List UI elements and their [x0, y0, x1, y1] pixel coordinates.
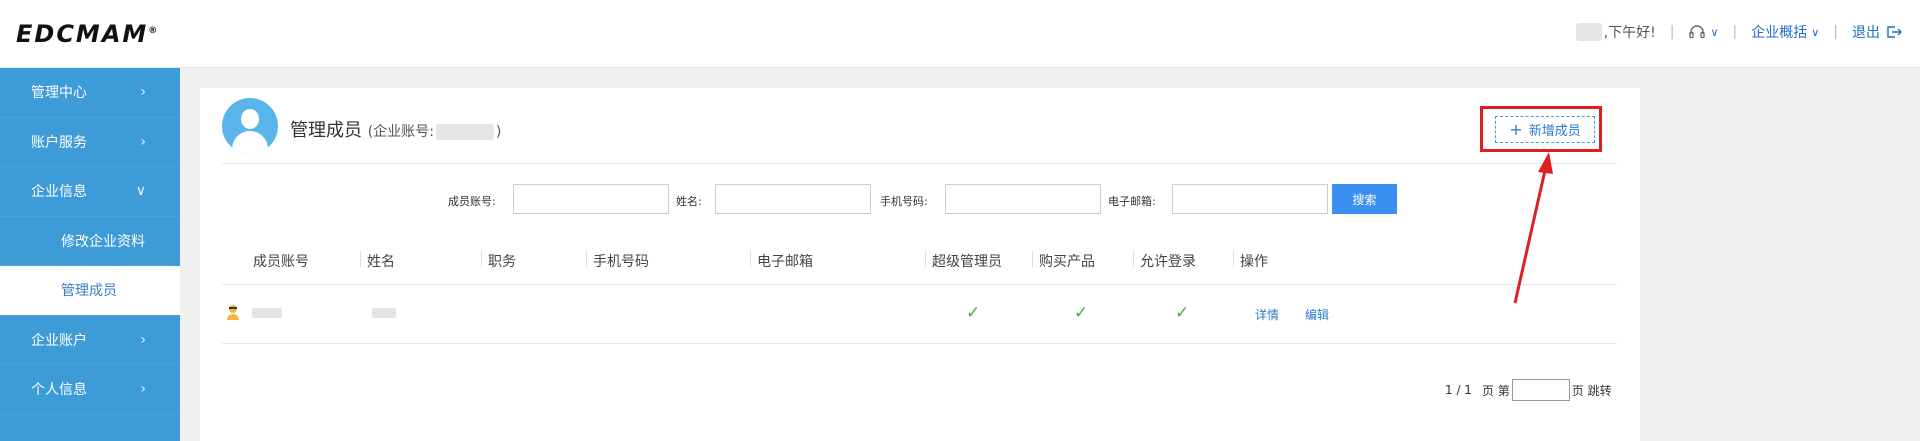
avatar [222, 98, 278, 154]
sidebar-item-enterprise-info[interactable]: 企业信息 ∨ [0, 167, 180, 217]
title-divider [222, 163, 1617, 164]
sidebar-item-label: 账户服务 [31, 134, 87, 151]
member-account-input[interactable] [513, 184, 669, 214]
enterprise-account-subtitle: (企业账号:) [367, 124, 502, 140]
page-number-input[interactable] [1511, 379, 1570, 401]
column-divider [1133, 251, 1134, 267]
page-title-text: 管理成员 [290, 120, 362, 141]
avatar-head-shape [241, 109, 259, 129]
column-divider [750, 251, 751, 267]
sidebar-item-enterprise-account[interactable]: 企业账户 › [0, 316, 180, 365]
logout-icon [1887, 26, 1902, 38]
search-button[interactable]: 搜索 [1332, 184, 1397, 214]
sidebar: 管理中心 › 账户服务 › 企业信息 ∨ 修改企业资料 管理成员 企业账户 › … [0, 68, 180, 441]
chevron-right-icon: › [140, 331, 146, 348]
chevron-down-icon: ∨ [1710, 25, 1719, 39]
sidebar-item-personal-info[interactable]: 个人信息 › [0, 365, 180, 415]
subtitle-suffix: ) [495, 124, 502, 140]
phone-label: 手机号码: [880, 195, 928, 208]
member-account-redacted [252, 308, 282, 318]
header-divider: | [1732, 24, 1738, 40]
column-header-super-admin: 超级管理员 [932, 254, 1002, 270]
enterprise-overview-label: 企业概括 [1751, 25, 1808, 41]
page-info: 1 / 1 [1445, 383, 1472, 397]
page-title: 管理成员 (企业账号:) [290, 116, 501, 142]
table-row-divider [222, 343, 1617, 344]
email-label: 电子邮箱: [1108, 195, 1156, 208]
page-label: 页 第 [1481, 383, 1510, 398]
column-header-position: 职务 [488, 254, 516, 270]
chevron-right-icon: › [140, 84, 146, 101]
name-input[interactable] [715, 184, 871, 214]
search-bar: 成员账号: 姓名: 手机号码: 电子邮箱: 搜索 [200, 184, 1640, 214]
column-divider [360, 251, 361, 267]
detail-link[interactable]: 详情 [1255, 306, 1279, 323]
subtitle-prefix: (企业账号: [367, 124, 434, 140]
sidebar-item-edit-enterprise[interactable]: 修改企业资料 [0, 217, 180, 266]
purchase-check-icon: ✓ [1074, 303, 1089, 323]
chevron-right-icon: › [140, 381, 146, 398]
column-divider [1233, 251, 1234, 267]
column-header-name: 姓名 [367, 254, 395, 270]
column-header-purchase: 购买产品 [1039, 254, 1095, 270]
logout-label: 退出 [1852, 25, 1880, 41]
logo-registered: ® [148, 26, 160, 36]
user-icon [227, 305, 239, 320]
header-divider: | [1833, 24, 1838, 40]
username-redacted [1575, 23, 1602, 41]
enterprise-account-redacted [435, 124, 494, 140]
add-member-button[interactable]: + 新增成员 [1495, 116, 1595, 143]
chevron-down-icon: ∨ [1811, 25, 1820, 39]
support-menu[interactable]: ∨ [1688, 24, 1719, 40]
column-header-phone: 手机号码 [593, 254, 649, 270]
sidebar-item-label: 个人信息 [31, 382, 87, 399]
sidebar-item-label: 企业账户 [31, 332, 87, 349]
email-input[interactable] [1172, 184, 1328, 214]
avatar-body-shape [232, 131, 268, 154]
annotation-arrow [1513, 152, 1553, 304]
main-panel: 管理成员 (企业账号:) + 新增成员 成员账号: 姓名: 手机号码: 电子邮箱… [200, 88, 1640, 441]
pagination: 1 / 1 页 第 页 跳转 [1445, 379, 1612, 401]
logout-link[interactable]: 退出 [1852, 22, 1902, 42]
header-divider: | [1669, 24, 1675, 40]
chevron-right-icon: › [140, 133, 146, 150]
table-header-divider [222, 284, 1617, 285]
sidebar-item-account-service[interactable]: 账户服务 › [0, 118, 180, 167]
logo-text: EDCMAM [16, 20, 149, 48]
allow-login-check-icon: ✓ [1175, 303, 1190, 323]
header-right: ,下午好! | ∨ | 企业概括 ∨ | 退出 [1575, 22, 1902, 42]
column-divider [481, 251, 482, 267]
sidebar-item-manage-members[interactable]: 管理成员 [0, 266, 180, 316]
sidebar-item-label: 管理成员 [61, 283, 117, 300]
chevron-down-icon: ∨ [135, 183, 146, 200]
edit-link[interactable]: 编辑 [1305, 306, 1329, 323]
column-divider [586, 251, 587, 267]
add-member-label: 新增成员 [1528, 124, 1581, 139]
column-header-account: 成员账号 [253, 254, 309, 270]
member-name-redacted [372, 308, 396, 318]
phone-input[interactable] [945, 184, 1101, 214]
column-header-allow-login: 允许登录 [1140, 254, 1196, 270]
top-header: EDCMAM® ,下午好! | ∨ | 企业概括 ∨ | 退出 [0, 0, 1920, 68]
sidebar-item-management-center[interactable]: 管理中心 › [0, 68, 180, 118]
plus-icon: + [1509, 120, 1523, 139]
column-header-actions: 操作 [1240, 254, 1268, 270]
enterprise-overview-menu[interactable]: 企业概括 ∨ [1751, 22, 1819, 42]
column-divider [925, 251, 926, 267]
column-header-email: 电子邮箱 [757, 254, 813, 270]
greeting-text: ,下午好! [1603, 25, 1656, 41]
name-label: 姓名: [676, 195, 702, 208]
account-label: 成员账号: [448, 195, 496, 208]
sidebar-item-label: 管理中心 [31, 85, 87, 102]
sidebar-item-label: 企业信息 [31, 184, 87, 201]
jump-link[interactable]: 页 跳转 [1572, 382, 1612, 399]
column-divider [1032, 251, 1033, 267]
super-admin-check-icon: ✓ [966, 303, 981, 323]
logo[interactable]: EDCMAM® [16, 20, 159, 48]
sidebar-item-label: 修改企业资料 [61, 233, 145, 250]
headset-icon [1689, 25, 1706, 39]
